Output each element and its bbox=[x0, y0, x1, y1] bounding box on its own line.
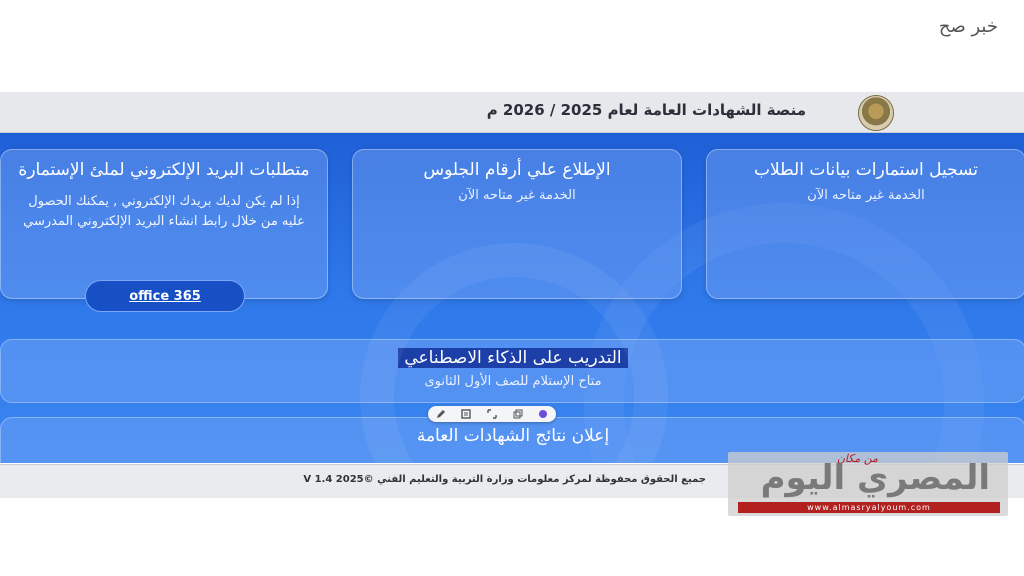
results-title: إعلان نتائج الشهادات العامة bbox=[416, 426, 610, 446]
platform-title: منصة الشهادات العامة لعام 2025 / 2026 م bbox=[486, 101, 806, 119]
copy-icon[interactable] bbox=[513, 409, 523, 419]
ministry-seal-icon bbox=[858, 95, 894, 131]
card-status: الخدمة غير متاحه الآن bbox=[807, 188, 925, 203]
card-title: الإطلاع علي أرقام الجلوس bbox=[423, 160, 611, 180]
source-tag: خبر صح bbox=[938, 16, 998, 37]
publisher-watermark: من مكان المصري اليوم www.almasryalyoum.c… bbox=[728, 452, 1008, 516]
card-title: تسجيل استمارات بيانات الطلاب bbox=[753, 160, 979, 180]
main-panel: تسجيل استمارات بيانات الطلاب الخدمة غير … bbox=[0, 133, 1024, 463]
ai-training-title: التدريب على الذكاء الاصطناعي bbox=[398, 348, 628, 368]
copyright-text: جميع الحقوق محفوظة لمركز معلومات وزارة ا… bbox=[303, 474, 706, 485]
ai-training-subtitle: متاح الإستلام للصف الأول الثانوى bbox=[424, 374, 602, 389]
watermark-url: www.almasryalyoum.com bbox=[738, 502, 1000, 513]
translate-icon[interactable] bbox=[461, 409, 472, 419]
card-email-requirements: متطلبات البريد الإلكتروني لملئ الإستمارة… bbox=[0, 149, 328, 312]
watermark-logo-text: المصري اليوم bbox=[760, 458, 990, 498]
office-365-button[interactable]: office 365 bbox=[85, 280, 245, 312]
card-status: الخدمة غير متاحه الآن bbox=[458, 188, 576, 203]
pencil-icon[interactable] bbox=[436, 409, 446, 419]
screenshot-frame: منصة الشهادات العامة لعام 2025 / 2026 م … bbox=[0, 92, 1024, 498]
card-seat-numbers[interactable]: الإطلاع علي أرقام الجلوس الخدمة غير متاح… bbox=[352, 149, 682, 299]
assistant-icon[interactable] bbox=[538, 409, 548, 419]
card-student-registration[interactable]: تسجيل استمارات بيانات الطلاب الخدمة غير … bbox=[706, 149, 1024, 299]
card-description: إذا لم يكن لديك بريدك الإلكتروني , يمكنك… bbox=[23, 194, 305, 229]
expand-icon[interactable] bbox=[487, 409, 497, 419]
card-title: متطلبات البريد الإلكتروني لملئ الإستمارة bbox=[18, 160, 310, 180]
header-bar: منصة الشهادات العامة لعام 2025 / 2026 م bbox=[0, 92, 1024, 133]
ai-training-bar[interactable]: التدريب على الذكاء الاصطناعي متاح الإستل… bbox=[0, 339, 1024, 403]
selection-toolbar bbox=[428, 406, 556, 422]
